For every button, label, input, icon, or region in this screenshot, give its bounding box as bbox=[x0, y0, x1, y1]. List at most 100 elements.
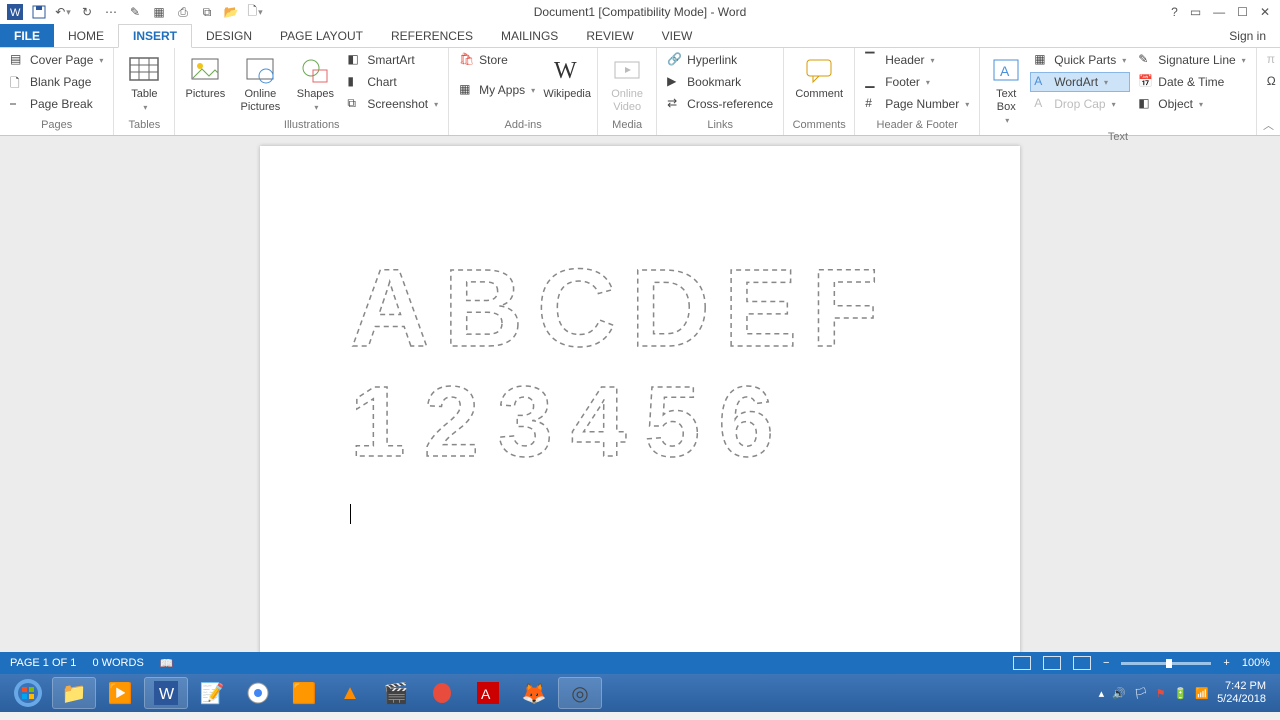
tray-security-icon[interactable]: ⚑ bbox=[1156, 687, 1166, 700]
taskbar-acrobat[interactable]: A bbox=[466, 677, 510, 709]
print-layout-icon[interactable] bbox=[1043, 656, 1061, 670]
zoom-slider[interactable] bbox=[1121, 662, 1211, 665]
cover-page-button[interactable]: ▤Cover Page▾ bbox=[6, 50, 107, 70]
taskbar-chrome[interactable] bbox=[236, 677, 280, 709]
tab-design[interactable]: DESIGN bbox=[192, 24, 266, 47]
group-tables-label: Tables bbox=[120, 119, 168, 135]
bookmark-icon: ▶ bbox=[667, 74, 683, 90]
pagenum-button[interactable]: #Page Number▾ bbox=[861, 94, 973, 114]
zoom-level[interactable]: 100% bbox=[1242, 657, 1270, 669]
header-button[interactable]: ▔Header▾ bbox=[861, 50, 973, 70]
wordart-button[interactable]: AWordArt▾ bbox=[1030, 72, 1130, 92]
web-layout-icon[interactable] bbox=[1073, 656, 1091, 670]
tray-show-hidden-icon[interactable]: ▴ bbox=[1099, 687, 1105, 700]
hyperlink-button[interactable]: 🔗Hyperlink bbox=[663, 50, 777, 70]
comment-button[interactable]: Comment bbox=[790, 50, 848, 105]
taskbar-opera[interactable] bbox=[420, 677, 464, 709]
textbox-button[interactable]: AText Box▾ bbox=[986, 50, 1026, 131]
taskbar-explorer[interactable]: 📁 bbox=[52, 677, 96, 709]
ribbon-tabs: FILE HOME INSERT DESIGN PAGE LAYOUT REFE… bbox=[0, 24, 1280, 48]
document-page[interactable]: ABCDEF 123456 bbox=[260, 146, 1020, 652]
tab-home[interactable]: HOME bbox=[54, 24, 118, 47]
pictures-button[interactable]: Pictures bbox=[181, 50, 229, 105]
shapes-button[interactable]: Shapes▾ bbox=[291, 50, 339, 118]
group-addins: 🛍Store ▦My Apps▾ WWikipedia Add-ins bbox=[449, 48, 598, 135]
tray-network-icon[interactable]: 📶 bbox=[1195, 687, 1209, 700]
taskbar-ucbrowser[interactable]: 🟧 bbox=[282, 677, 326, 709]
group-hf-label: Header & Footer bbox=[861, 119, 973, 135]
tab-view[interactable]: VIEW bbox=[648, 24, 707, 47]
page-break-button[interactable]: ⎯Page Break bbox=[6, 94, 107, 114]
close-icon[interactable]: ✕ bbox=[1260, 5, 1270, 19]
myapps-button[interactable]: ▦My Apps▾ bbox=[455, 80, 539, 100]
signature-button[interactable]: ✎Signature Line▾ bbox=[1134, 50, 1249, 70]
read-mode-icon[interactable] bbox=[1013, 656, 1031, 670]
tray-volume-icon[interactable]: 🔊 bbox=[1112, 687, 1126, 700]
word-count[interactable]: 0 WORDS bbox=[92, 657, 143, 669]
sign-in-link[interactable]: Sign in bbox=[1215, 24, 1280, 47]
footer-button[interactable]: ▁Footer▾ bbox=[861, 72, 973, 92]
blank-page-button[interactable]: 🗋Blank Page bbox=[6, 72, 107, 92]
undo-icon[interactable]: ↶▾ bbox=[54, 3, 72, 21]
header-icon: ▔ bbox=[865, 52, 881, 68]
shapes-label: Shapes bbox=[297, 88, 334, 101]
tab-review[interactable]: REVIEW bbox=[572, 24, 647, 47]
tray-action-icon[interactable]: 🏳 bbox=[1134, 687, 1148, 700]
wikipedia-button[interactable]: WWikipedia bbox=[543, 50, 591, 105]
proofing-icon[interactable]: 📖 bbox=[160, 657, 174, 670]
smartart-button[interactable]: ◧SmartArt bbox=[343, 50, 442, 70]
screenshot-button[interactable]: ⧉Screenshot▾ bbox=[343, 94, 442, 114]
tab-file[interactable]: FILE bbox=[0, 24, 54, 47]
group-addins-label: Add-ins bbox=[455, 119, 591, 135]
qat-more-icon[interactable]: ⋯ bbox=[102, 3, 120, 21]
qat-open-icon[interactable]: 📂 bbox=[222, 3, 240, 21]
document-workspace[interactable]: ABCDEF 123456 bbox=[0, 136, 1280, 652]
datetime-button[interactable]: 📅Date & Time bbox=[1134, 72, 1249, 92]
object-button[interactable]: ◧Object▾ bbox=[1134, 94, 1249, 114]
tab-references[interactable]: REFERENCES bbox=[377, 24, 487, 47]
qat-new-icon[interactable]: 🗋▾ bbox=[246, 3, 264, 21]
store-button[interactable]: 🛍Store bbox=[455, 50, 539, 70]
quickparts-button[interactable]: ▦Quick Parts▾ bbox=[1030, 50, 1130, 70]
zoom-out-icon[interactable]: − bbox=[1103, 657, 1109, 669]
online-pictures-button[interactable]: Online Pictures bbox=[233, 50, 287, 118]
qat-tool-icon[interactable]: ✎ bbox=[126, 3, 144, 21]
smartart-label: SmartArt bbox=[367, 53, 414, 67]
minimize-icon[interactable]: — bbox=[1213, 5, 1225, 19]
taskbar-notepadpp[interactable]: 📝 bbox=[190, 677, 234, 709]
redo-icon[interactable]: ↻ bbox=[78, 3, 96, 21]
crossref-button[interactable]: ⇄Cross-reference bbox=[663, 94, 777, 114]
save-icon[interactable] bbox=[30, 3, 48, 21]
hyperlink-label: Hyperlink bbox=[687, 53, 737, 67]
tab-mailings[interactable]: MAILINGS bbox=[487, 24, 572, 47]
page-break-icon: ⎯ bbox=[10, 96, 26, 112]
word-icon[interactable]: W bbox=[6, 3, 24, 21]
taskbar-word[interactable]: W bbox=[144, 677, 188, 709]
taskbar-vlc[interactable]: ▲ bbox=[328, 677, 372, 709]
maximize-icon[interactable]: ☐ bbox=[1237, 5, 1248, 19]
zoom-in-icon[interactable]: + bbox=[1223, 657, 1229, 669]
chart-button[interactable]: ▮Chart bbox=[343, 72, 442, 92]
table-button[interactable]: Table▾ bbox=[120, 50, 168, 118]
tray-battery-icon[interactable]: 🔋 bbox=[1174, 687, 1188, 700]
page-count[interactable]: PAGE 1 OF 1 bbox=[10, 657, 76, 669]
help-icon[interactable]: ? bbox=[1171, 5, 1178, 19]
collapse-ribbon-icon[interactable]: ︿ bbox=[1263, 117, 1274, 133]
svg-text:W: W bbox=[10, 7, 21, 19]
taskbar-videoeditor[interactable]: 🎬 bbox=[374, 677, 418, 709]
start-button[interactable] bbox=[6, 677, 50, 709]
taskbar-wmp[interactable]: ▶️ bbox=[98, 677, 142, 709]
video-label: Online Video bbox=[610, 88, 644, 114]
tray-clock[interactable]: 7:42 PM 5/24/2018 bbox=[1217, 680, 1266, 706]
tab-insert[interactable]: INSERT bbox=[118, 24, 192, 48]
ribbon-options-icon[interactable]: ▭ bbox=[1190, 5, 1201, 19]
tab-pagelayout[interactable]: PAGE LAYOUT bbox=[266, 24, 377, 47]
bookmark-button[interactable]: ▶Bookmark bbox=[663, 72, 777, 92]
qat-table-icon[interactable]: ▦ bbox=[150, 3, 168, 21]
qat-print-icon[interactable]: ⎙ bbox=[174, 3, 192, 21]
symbol-button[interactable]: ΩSymbol▾ bbox=[1263, 72, 1280, 92]
qat-copy-icon[interactable]: ⧉ bbox=[198, 3, 216, 21]
crossref-label: Cross-reference bbox=[687, 97, 773, 111]
taskbar-firefox[interactable]: 🦊 bbox=[512, 677, 556, 709]
taskbar-camera[interactable]: ◎ bbox=[558, 677, 602, 709]
